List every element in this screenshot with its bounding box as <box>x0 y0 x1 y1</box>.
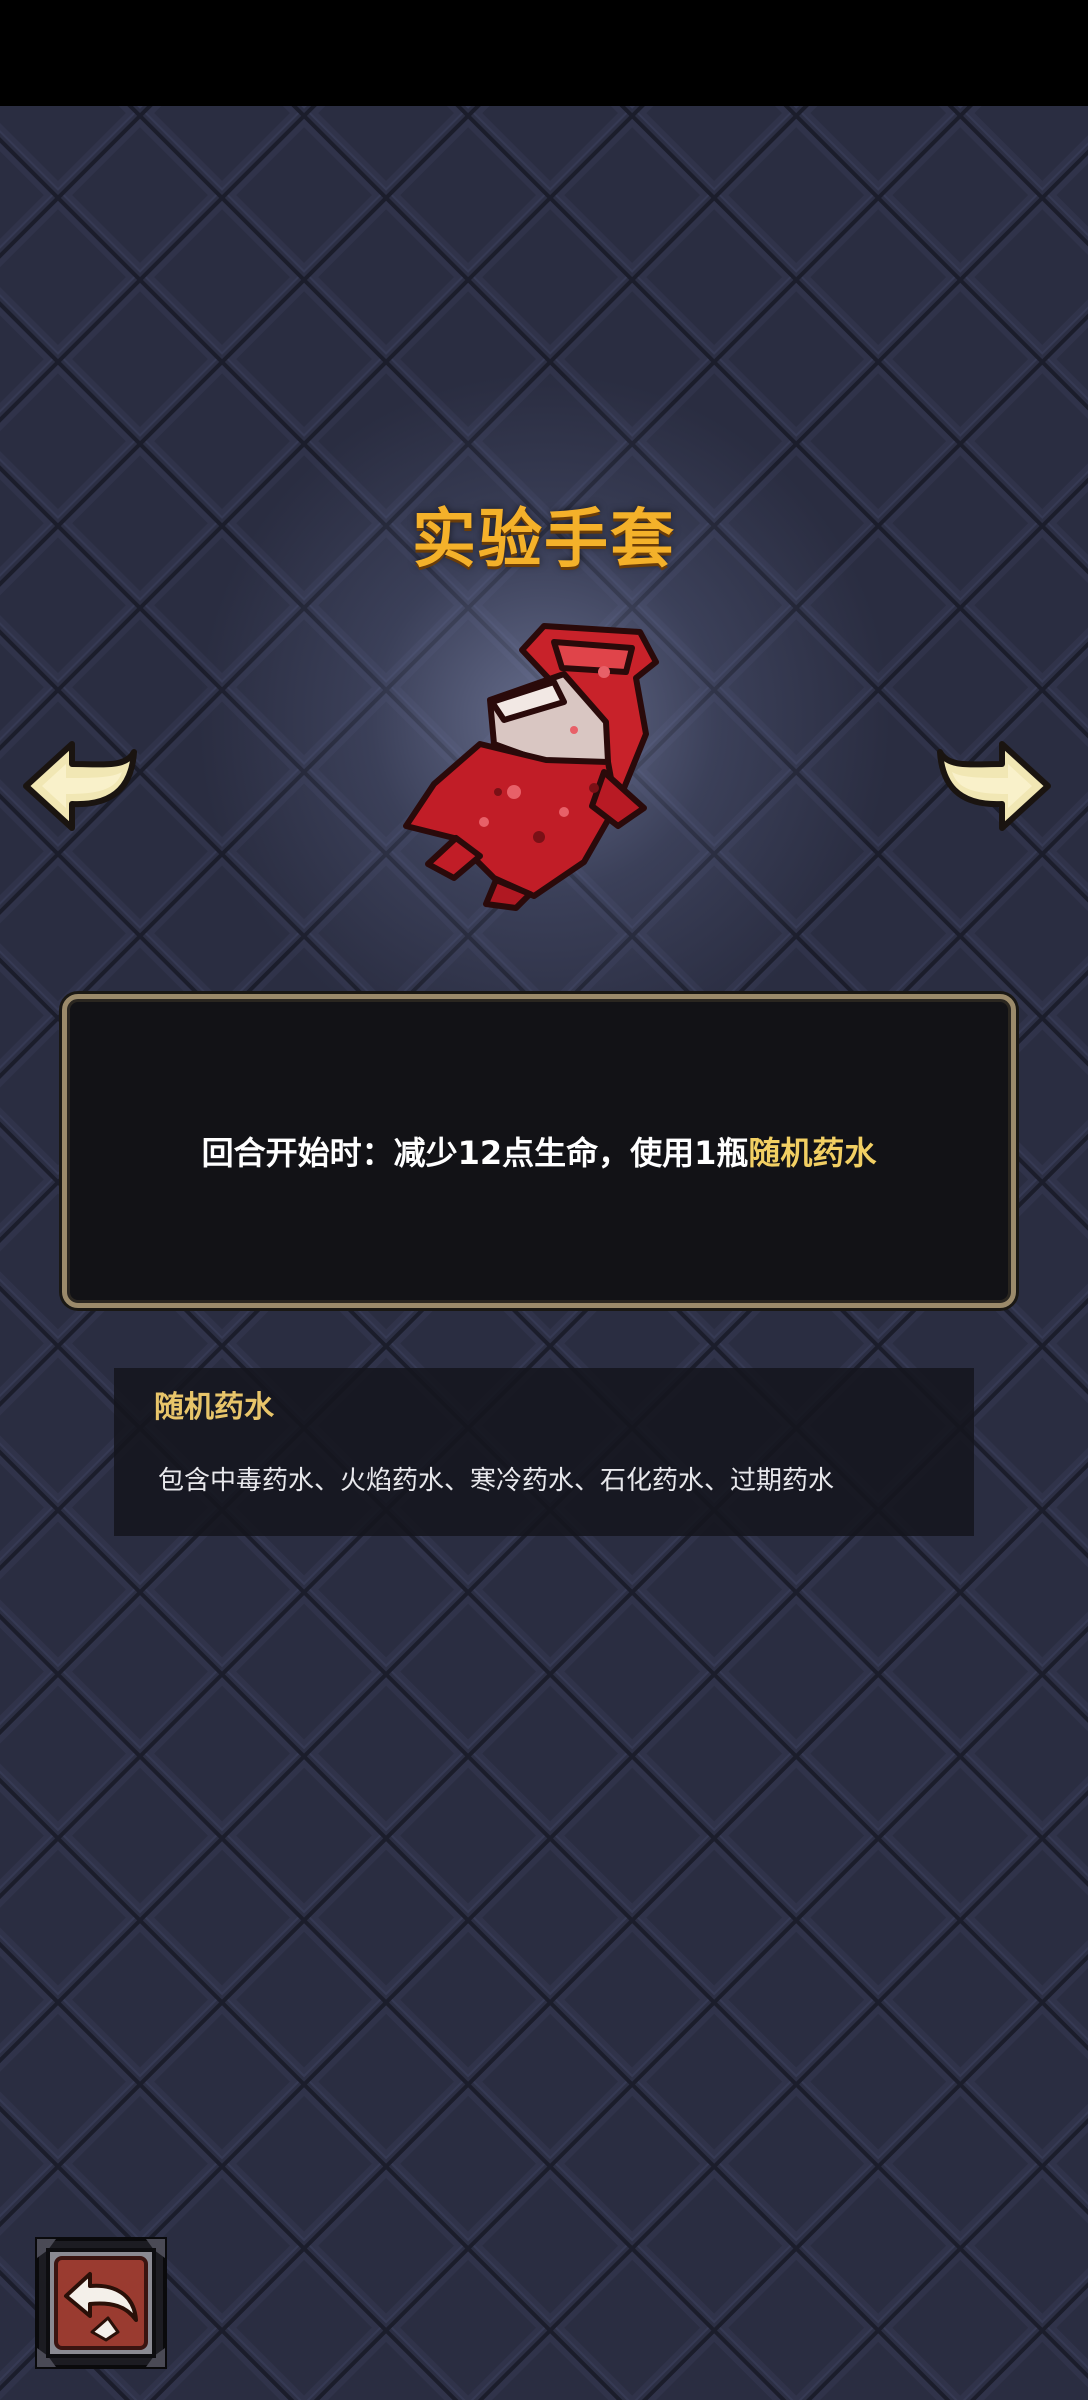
keyword-title: 随机药水 <box>154 1390 274 1425</box>
description-text: 回合开始时：减少12点生命，使用1瓶 随机药水 <box>67 999 1011 1303</box>
arrow-right-icon[interactable] <box>936 738 1052 834</box>
status-bar <box>0 0 1088 106</box>
back-button[interactable] <box>34 2236 168 2370</box>
arrow-left-icon[interactable] <box>22 738 138 834</box>
item-detail-screen: 实验手套 回合开始时：减少12点生命，使用1瓶 随机药水 随机药水 包含中毒药水… <box>0 0 1088 2400</box>
keyword-tooltip: 随机药水 包含中毒药水、火焰药水、寒冷药水、石化药水、过期药水 <box>114 1368 974 1536</box>
keyword-body: 包含中毒药水、火焰药水、寒冷药水、石化药水、过期药水 <box>158 1466 835 1496</box>
description-prefix: 回合开始时：减少12点生命，使用1瓶 <box>201 1134 749 1172</box>
description-panel: 回合开始时：减少12点生命，使用1瓶 随机药水 <box>62 994 1016 1308</box>
description-keyword: 随机药水 <box>748 1134 877 1172</box>
red-glove-icon <box>403 623 659 911</box>
item-name: 实验手套 <box>412 503 676 577</box>
